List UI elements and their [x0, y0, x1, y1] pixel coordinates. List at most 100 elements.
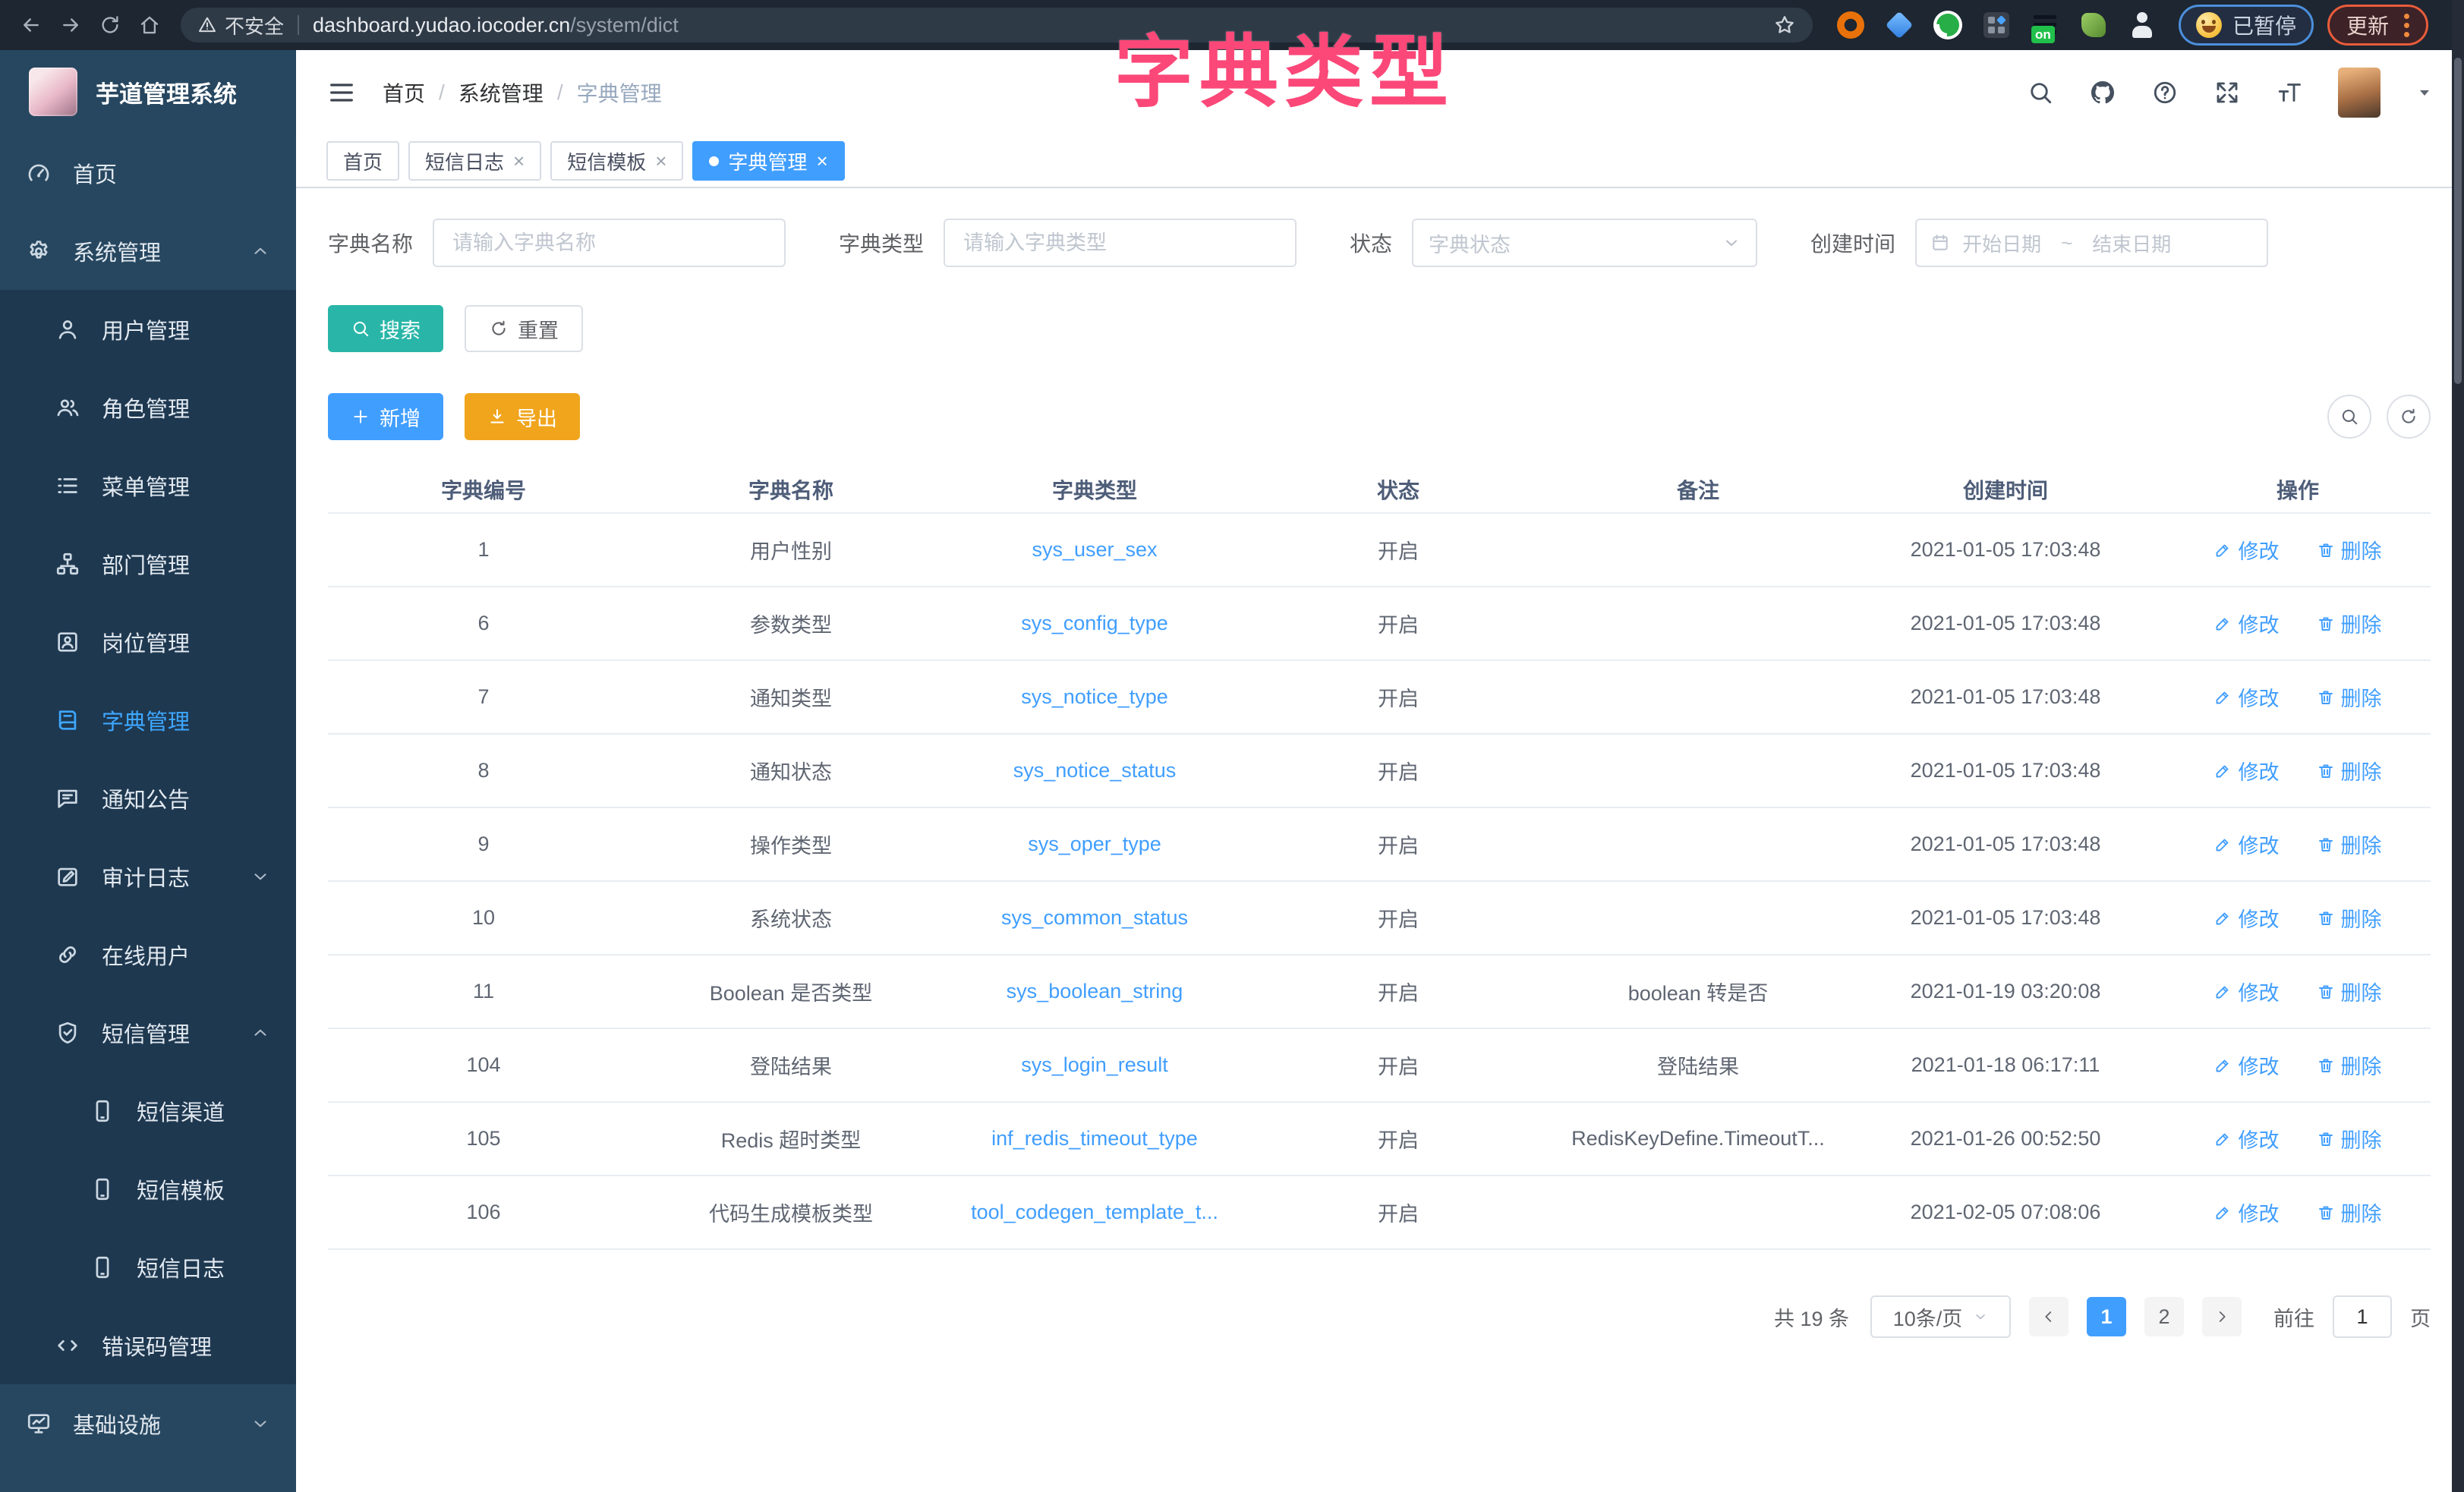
scrollbar-thumb[interactable]: [2454, 58, 2462, 384]
sidebar-item[interactable]: 角色管理: [0, 368, 296, 446]
edit-link[interactable]: 修改: [2214, 1198, 2279, 1227]
edit-link[interactable]: 修改: [2214, 903, 2279, 933]
sidebar-item[interactable]: 短信模板: [0, 1150, 296, 1228]
browser-home-button[interactable]: [132, 8, 167, 42]
delete-link[interactable]: 删除: [2317, 756, 2382, 785]
sidebar-item[interactable]: 短信日志: [0, 1228, 296, 1306]
goto-page-input[interactable]: [2333, 1295, 2392, 1338]
browser-update-button[interactable]: 更新: [2327, 5, 2428, 46]
dict-type-link[interactable]: sys_boolean_string: [1007, 980, 1183, 1003]
edit-link[interactable]: 修改: [2214, 829, 2279, 859]
sidebar-item[interactable]: 字典管理: [0, 681, 296, 759]
profile-paused-chip[interactable]: 已暂停: [2179, 5, 2314, 46]
sidebar-item[interactable]: 用户管理: [0, 290, 296, 368]
browser-back-button[interactable]: [14, 8, 49, 42]
delete-link[interactable]: 删除: [2317, 1198, 2382, 1227]
reset-button[interactable]: 重置: [465, 305, 583, 352]
dict-type-link[interactable]: sys_user_sex: [1032, 538, 1157, 561]
pencil-icon: [2214, 909, 2232, 927]
delete-link[interactable]: 删除: [2317, 535, 2382, 565]
export-button[interactable]: 导出: [465, 393, 580, 440]
sidebar-item[interactable]: 审计日志: [0, 837, 296, 915]
delete-link[interactable]: 删除: [2317, 1124, 2382, 1154]
collapse-sidebar-icon[interactable]: [326, 77, 357, 108]
show-search-toggle-button[interactable]: [2327, 395, 2371, 439]
font-size-icon[interactable]: [2276, 79, 2303, 106]
dict-type-link[interactable]: inf_redis_timeout_type: [991, 1127, 1198, 1150]
breadcrumb-home[interactable]: 首页: [383, 77, 425, 108]
delete-link[interactable]: 删除: [2317, 977, 2382, 1006]
delete-link[interactable]: 删除: [2317, 903, 2382, 933]
dict-type-link[interactable]: sys_login_result: [1021, 1053, 1168, 1076]
tab[interactable]: 短信模板 ×: [550, 141, 683, 181]
edit-link[interactable]: 修改: [2214, 1124, 2279, 1154]
sidebar-item[interactable]: 首页: [0, 134, 296, 212]
edit-link[interactable]: 修改: [2214, 535, 2279, 565]
user-avatar[interactable]: [2338, 68, 2381, 118]
caret-down-icon[interactable]: [2415, 83, 2434, 102]
edit-link[interactable]: 修改: [2214, 609, 2279, 638]
refresh-table-button[interactable]: [2387, 395, 2431, 439]
prev-page-button[interactable]: [2029, 1297, 2069, 1336]
tab[interactable]: 首页: [326, 141, 399, 181]
sidebar-item[interactable]: 菜单管理: [0, 446, 296, 524]
help-icon[interactable]: [2151, 79, 2179, 106]
browser-scrollbar[interactable]: [2452, 0, 2464, 1492]
dict-type-link[interactable]: sys_oper_type: [1028, 833, 1161, 855]
page-number-button[interactable]: 1: [2087, 1297, 2126, 1336]
github-icon[interactable]: [2089, 79, 2116, 106]
search-icon[interactable]: [2027, 79, 2054, 106]
sidebar-item[interactable]: 岗位管理: [0, 603, 296, 681]
sidebar-item[interactable]: 通知公告: [0, 759, 296, 837]
edit-link[interactable]: 修改: [2214, 756, 2279, 785]
date-start-placeholder: 开始日期: [1962, 229, 2041, 257]
page-number-button[interactable]: 2: [2144, 1297, 2184, 1336]
extension-icon-4[interactable]: [1981, 10, 2012, 40]
tab[interactable]: 短信日志 ×: [408, 141, 541, 181]
sidebar-item[interactable]: 短信管理: [0, 993, 296, 1072]
dict-type-link[interactable]: sys_notice_status: [1013, 759, 1177, 782]
dict-type-link[interactable]: sys_common_status: [1001, 906, 1188, 929]
edit-link[interactable]: 修改: [2214, 682, 2279, 712]
dict-type-link[interactable]: sys_notice_type: [1021, 685, 1168, 708]
next-page-button[interactable]: [2202, 1297, 2242, 1336]
delete-link[interactable]: 删除: [2317, 682, 2382, 712]
kebab-menu-icon[interactable]: [2404, 14, 2409, 37]
sidebar-item[interactable]: 部门管理: [0, 524, 296, 603]
fullscreen-icon[interactable]: [2214, 79, 2241, 106]
dict-type-input[interactable]: [944, 219, 1297, 267]
browser-reload-button[interactable]: [93, 8, 128, 42]
address-bar[interactable]: 不安全 dashboard.yudao.iocoder.cn /system/d…: [181, 8, 1813, 42]
page-size-select[interactable]: 10条/页: [1870, 1295, 2011, 1338]
status-select[interactable]: 字典状态: [1412, 219, 1757, 267]
browser-forward-button[interactable]: [53, 8, 88, 42]
tab-close-icon[interactable]: ×: [655, 151, 666, 171]
delete-link[interactable]: 删除: [2317, 829, 2382, 859]
sidebar-item[interactable]: 错误码管理: [0, 1306, 296, 1384]
delete-link[interactable]: 删除: [2317, 1050, 2382, 1080]
extension-icon-5[interactable]: on: [2030, 10, 2060, 40]
breadcrumb-system[interactable]: 系统管理: [458, 77, 544, 108]
dict-name-input[interactable]: [433, 219, 786, 267]
sidebar-item[interactable]: 在线用户: [0, 915, 296, 993]
edit-link[interactable]: 修改: [2214, 977, 2279, 1006]
date-range-picker[interactable]: 开始日期 ~ 结束日期: [1915, 219, 2268, 267]
dict-type-link[interactable]: sys_config_type: [1021, 612, 1168, 634]
tab[interactable]: 字典管理 ×: [692, 141, 844, 181]
edit-link[interactable]: 修改: [2214, 1050, 2279, 1080]
sidebar-item[interactable]: 短信渠道: [0, 1072, 296, 1150]
extension-icon-7[interactable]: [2127, 10, 2157, 40]
extension-icon-1[interactable]: [1835, 10, 1866, 40]
sidebar-item[interactable]: 系统管理: [0, 212, 296, 290]
extension-icon-3[interactable]: [1933, 10, 1963, 40]
extension-icon-6[interactable]: [2078, 10, 2109, 40]
delete-link[interactable]: 删除: [2317, 609, 2382, 638]
add-button[interactable]: 新增: [328, 393, 443, 440]
tab-close-icon[interactable]: ×: [513, 151, 525, 171]
tab-close-icon[interactable]: ×: [816, 151, 827, 171]
dict-type-link[interactable]: tool_codegen_template_t...: [971, 1201, 1218, 1223]
sidebar-item[interactable]: 基础设施: [0, 1384, 296, 1462]
extension-icon-2[interactable]: [1884, 10, 1914, 40]
search-button[interactable]: 搜索: [328, 305, 443, 352]
bookmark-star-icon[interactable]: [1773, 14, 1796, 36]
